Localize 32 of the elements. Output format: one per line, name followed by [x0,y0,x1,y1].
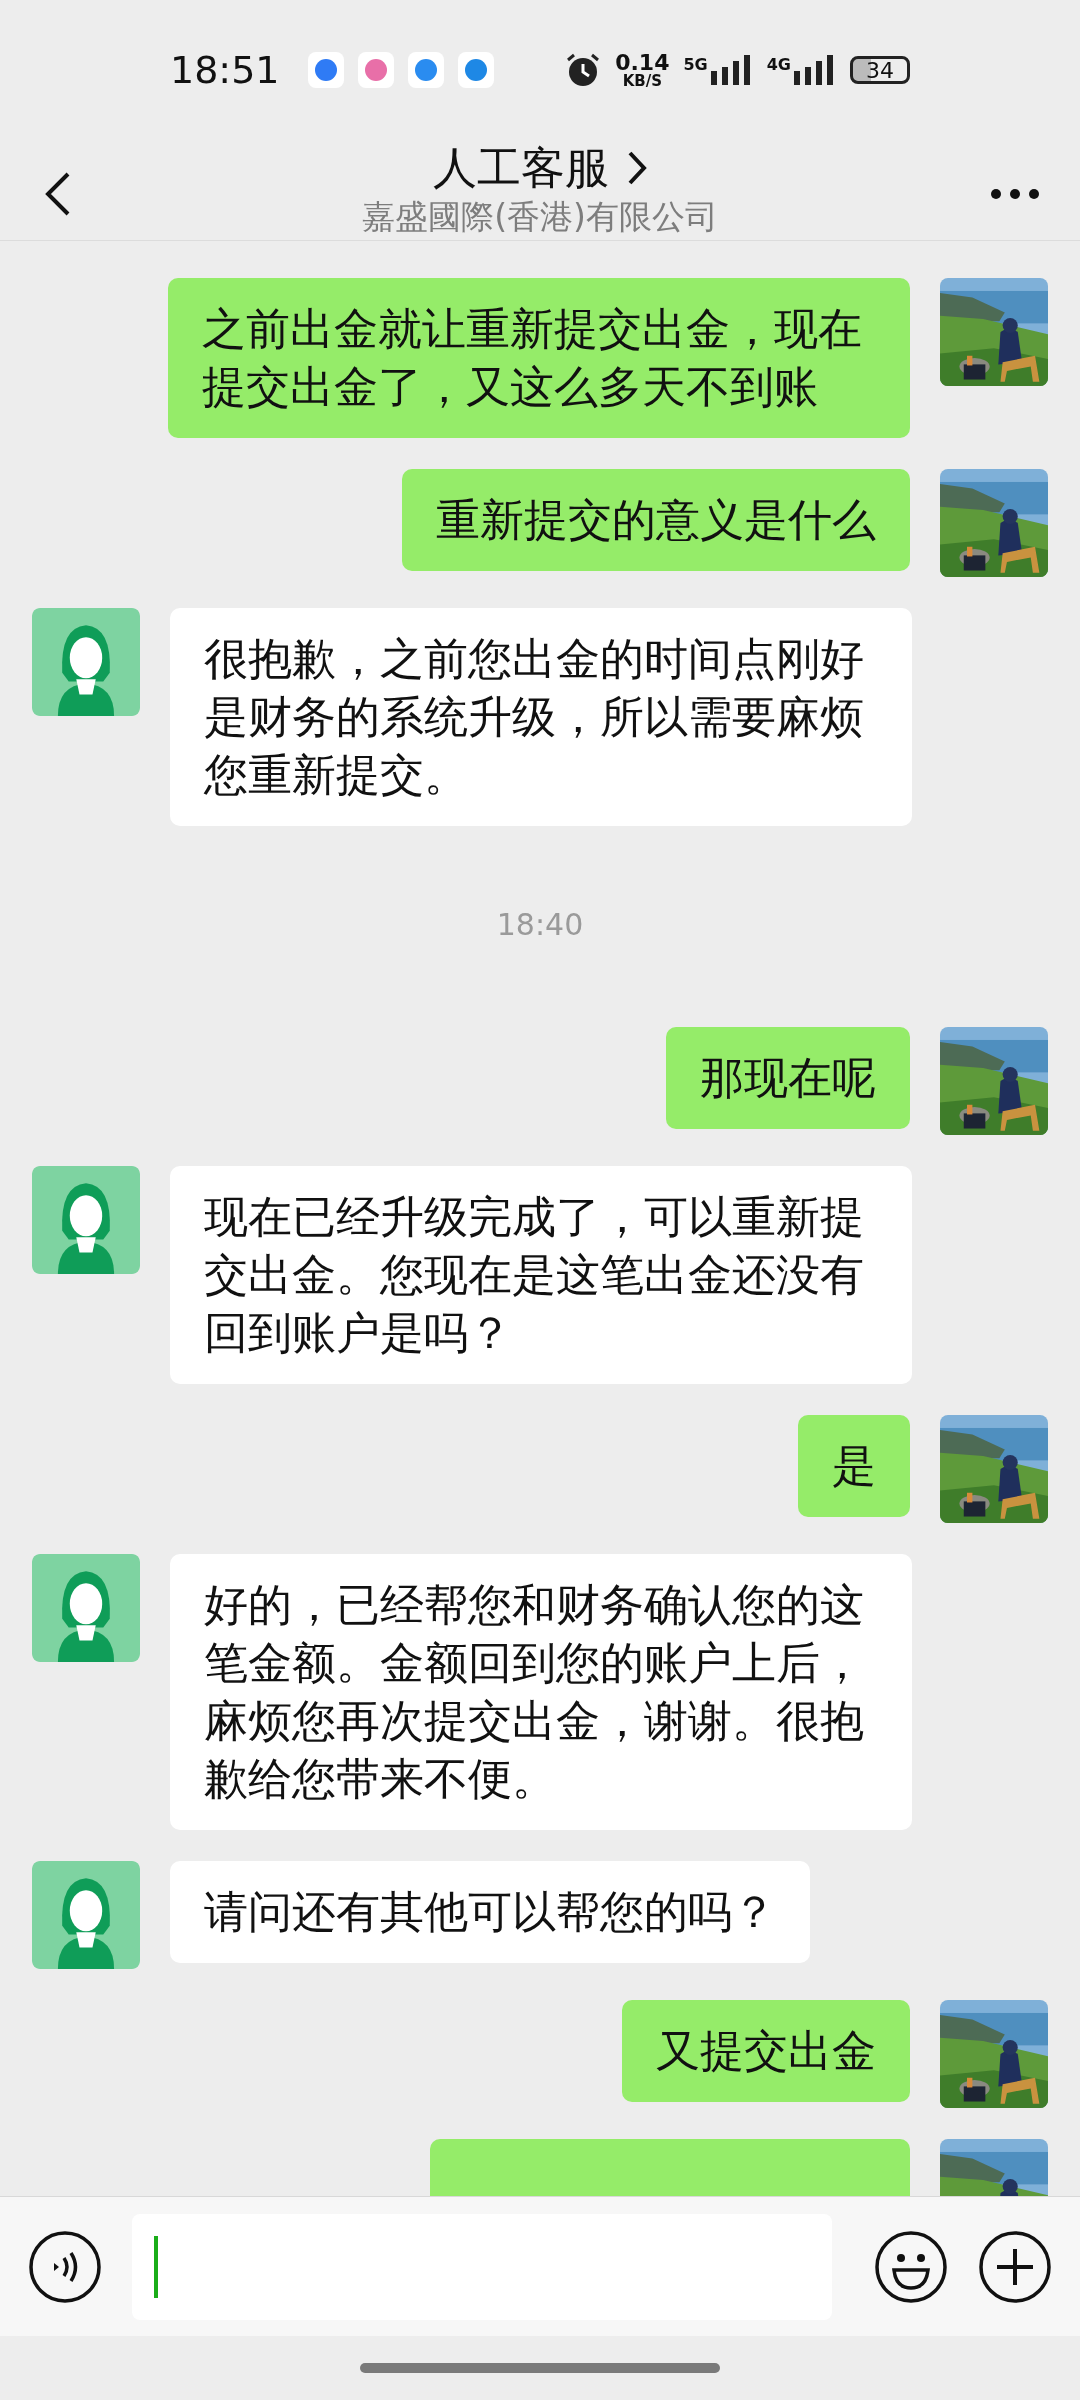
received-message-bubble: 请问还有其他可以帮您的吗？ [170,1861,810,1963]
plus-icon[interactable] [978,2229,1052,2304]
received-message-bubble: 很抱歉，之前您出金的时间点刚好是财务的系统升级，所以需要麻烦您重新提交。 [170,608,912,826]
sent-message-bubble: 是 [798,1415,910,1517]
status-time: 18:51 [170,48,280,92]
agent-avatar-icon [32,608,140,716]
sent-message-bubble: 又提交出金 [622,2000,910,2102]
chat-subtitle: 嘉盛國際(香港)有限公司 [362,196,718,238]
sent-message-bubble: 重新提交的意义是什么 [402,469,910,571]
signal-icon [710,55,753,85]
emoji-icon[interactable] [874,2229,948,2304]
sent-message-bubble: 之前出金就让重新提交出金，现在提交出金了，又这么多天不到账 [168,278,910,438]
received-message-bubble: 现在已经升级完成了，可以重新提交出金。您现在是这笔出金还没有回到账户是吗？ [170,1166,912,1384]
more-icon[interactable] [990,188,1040,200]
battery-level: 34 [850,56,910,84]
message-input-field[interactable] [132,2213,832,2320]
received-message-bubble: 好的，已经帮您和财务确认您的这笔金额。金额回到您的账户上后，麻烦您再次提交出金，谢谢。很抱歉给您带来不便。 [170,1554,912,1830]
back-icon[interactable] [44,170,72,218]
network-speed: 0.14 [615,51,670,74]
network-type: 4G [766,55,791,74]
timestamp: 18:40 [496,907,584,942]
agent-avatar-icon [32,1554,140,1662]
agent-avatar-icon [32,1861,140,1969]
chat-title[interactable]: 人工客服 [433,141,609,195]
voice-icon[interactable] [28,2229,102,2304]
chevron-right-icon[interactable] [627,150,647,186]
alarm-icon [565,52,602,88]
network-type: 5G [683,55,708,74]
sent-message-bubble: 那现在呢 [666,1027,910,1129]
speed-unit: KB/S [622,73,662,89]
agent-avatar-icon [32,1166,140,1274]
signal-icon [794,55,836,85]
